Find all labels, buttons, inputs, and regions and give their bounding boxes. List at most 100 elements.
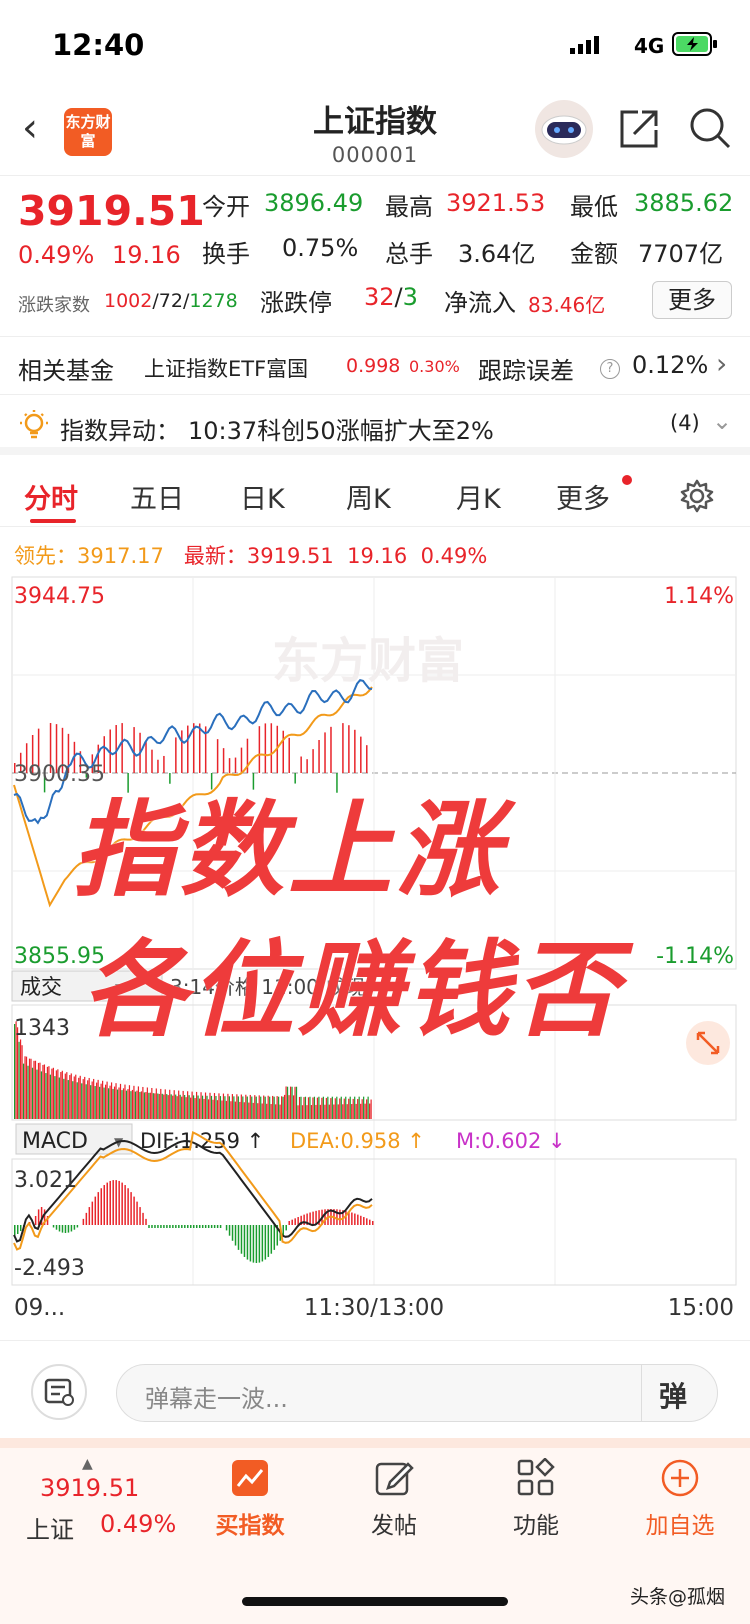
danmu-input[interactable]: 弹幕走一波... 弹 (116, 1364, 718, 1422)
nav-add-watchlist[interactable]: 加自选 (630, 1506, 730, 1540)
chevron-down-icon[interactable]: ⌄ (712, 407, 732, 435)
high-value: 3921.53 (446, 189, 546, 217)
volume-bar (224, 1096, 226, 1119)
volume-bar (251, 1096, 253, 1119)
macd-label: MACD (22, 1129, 88, 1154)
alert-text: 10:37科创50涨幅扩大至2% (188, 417, 494, 445)
volume-bar (73, 1076, 75, 1119)
volume-bar (100, 1083, 102, 1119)
volume-bar (239, 1101, 241, 1119)
volume-bar (234, 1101, 236, 1119)
new-dot-badge (622, 475, 632, 485)
volume-bar (136, 1090, 138, 1119)
nav-post[interactable]: 发帖 (344, 1506, 444, 1540)
post-edit-icon[interactable] (374, 1458, 414, 1498)
volume-bar (188, 1095, 190, 1119)
danmu-toggle-button[interactable]: 弹 (659, 1375, 687, 1415)
add-watchlist-icon[interactable] (660, 1458, 700, 1498)
volume-bar (30, 1058, 32, 1119)
volume-bar (304, 1096, 307, 1119)
volume-bar (254, 1095, 256, 1119)
nav-index-name[interactable]: 上证 (26, 1510, 74, 1545)
collapse-caret-icon[interactable]: ▲ (82, 1456, 93, 1472)
volume-bar (34, 1060, 37, 1119)
tab-intraday[interactable]: 分时 (24, 477, 78, 516)
volume-bar (334, 1098, 336, 1119)
signal-icon (570, 36, 599, 54)
volume-bar (319, 1104, 321, 1119)
nav-index-price[interactable]: 3919.51 (40, 1474, 139, 1502)
danmu-list-icon[interactable] (30, 1363, 88, 1421)
volume-bar (195, 1091, 198, 1119)
related-fund-row[interactable]: 相关基金 上证指数ETF富国 0.998 0.30% 跟踪误差 ? 0.12% … (0, 337, 750, 395)
volume-bar (175, 1094, 177, 1119)
nav-index-pct[interactable]: 0.49% (100, 1510, 176, 1538)
open-value: 3896.49 (264, 189, 364, 217)
home-indicator[interactable] (242, 1597, 508, 1606)
volume-bar (78, 1077, 80, 1119)
tracking-error-label: 跟踪误差 (478, 357, 574, 385)
assistant-avatar-icon[interactable] (535, 100, 593, 158)
settings-gear-icon[interactable] (680, 479, 714, 513)
volume-bar (166, 1094, 168, 1119)
volume-bar (343, 1098, 345, 1119)
volume-bar (279, 1104, 281, 1119)
volume-bar (137, 1086, 140, 1119)
macd-bar (187, 1225, 189, 1228)
volume-bar (363, 1096, 365, 1119)
macd-bar (160, 1225, 162, 1228)
volume-bar (215, 1096, 217, 1119)
volume-bar (154, 1093, 156, 1119)
macd-bar (94, 1196, 97, 1225)
chevron-right-icon: › (716, 347, 728, 380)
macd-bar (219, 1225, 222, 1228)
nav-functions[interactable]: 功能 (486, 1506, 586, 1540)
macd-bar (19, 1225, 22, 1231)
macd-bar (55, 1225, 58, 1230)
macd-bar (198, 1225, 201, 1228)
share-icon[interactable] (618, 108, 660, 150)
macd-bar (100, 1188, 103, 1225)
functions-grid-icon[interactable] (516, 1458, 556, 1498)
volume-bar (366, 1099, 368, 1119)
inflow-label: 净流入 (444, 289, 516, 317)
volume-bar (242, 1096, 244, 1119)
tab-five-day[interactable]: 五日 (130, 477, 184, 516)
tab-daily-k[interactable]: 日K (240, 477, 285, 516)
nav-buy-index[interactable]: 买指数 (200, 1506, 300, 1540)
volume-bar (231, 1094, 233, 1119)
volume-bar (257, 1103, 259, 1119)
volume-bar (315, 1104, 317, 1119)
tab-monthly-k[interactable]: 月K (456, 477, 501, 516)
volume-bar (187, 1091, 189, 1119)
quote-panel: 3919.51 0.49% 19.16 今开 3896.49 最高 3921.5… (0, 177, 750, 337)
fund-section-label: 相关基金 (18, 357, 114, 385)
volume-bar (69, 1075, 71, 1119)
more-button[interactable]: 更多 (652, 281, 732, 319)
volume-bar (33, 1060, 35, 1119)
volume-bar (213, 1093, 216, 1119)
volume-bar (116, 1089, 119, 1119)
volume-bar (97, 1079, 99, 1119)
volume-bar (248, 1102, 250, 1119)
fund-pct: 0.30% (409, 357, 460, 376)
macd-bar (210, 1225, 213, 1228)
volume-bar (36, 1069, 38, 1119)
macd-bar (145, 1218, 147, 1225)
help-icon[interactable]: ? (600, 359, 620, 379)
search-icon[interactable] (688, 106, 732, 150)
volume-bar (263, 1095, 265, 1119)
macd-bar (357, 1214, 359, 1225)
volume-bar (327, 1096, 329, 1119)
macd-bar (151, 1225, 153, 1228)
volume-bar (283, 1094, 286, 1119)
tab-weekly-k[interactable]: 周K (346, 477, 391, 516)
macd-top-label: 3.021 (14, 1168, 77, 1193)
buy-index-icon[interactable] (230, 1458, 270, 1498)
index-alert-row[interactable]: 指数异动： 10:37科创50涨幅扩大至2% (4) ⌄ (0, 395, 750, 455)
top-price-label: 3944.75 (14, 584, 105, 609)
macd-bar (61, 1225, 64, 1233)
tab-more[interactable]: 更多 (556, 477, 610, 516)
volume-bar (288, 1095, 290, 1119)
volume-bar (355, 1103, 357, 1119)
